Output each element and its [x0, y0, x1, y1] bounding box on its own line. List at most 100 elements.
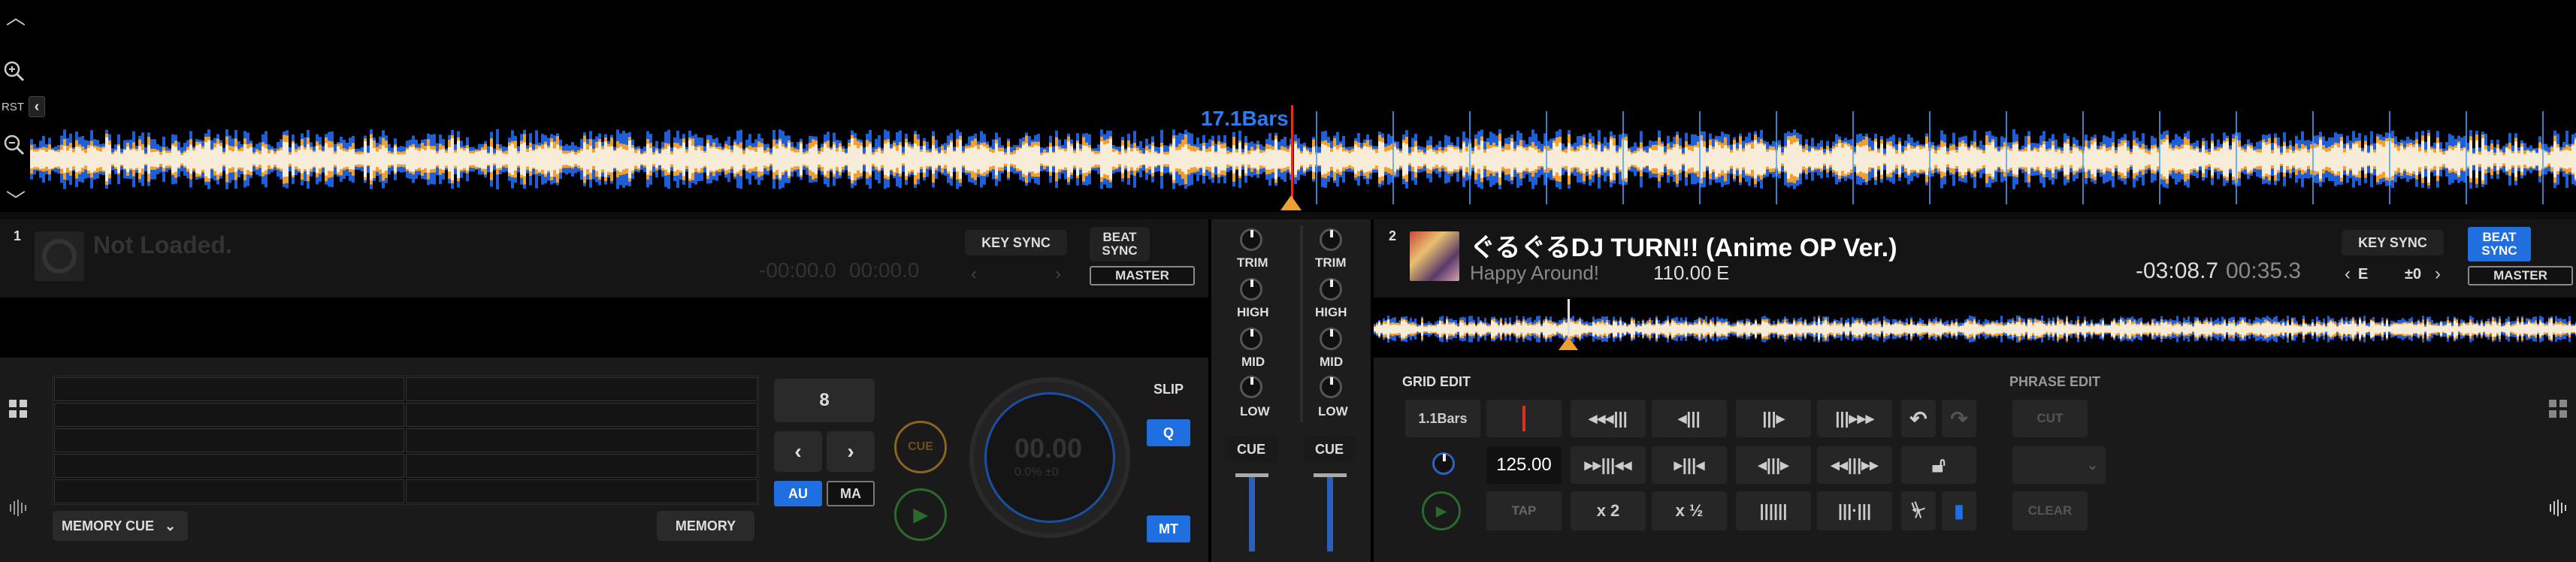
grid-shift-left-large-button[interactable]: ◂◂◂||| — [1571, 400, 1646, 437]
grid-shift-right-button[interactable]: |||▸ — [1736, 400, 1811, 437]
ch2-low-knob[interactable] — [1320, 376, 1342, 398]
ch1-trim-knob[interactable] — [1240, 228, 1262, 251]
beat-jump-value[interactable]: 8 — [774, 379, 875, 422]
ch2-trim-knob[interactable] — [1320, 228, 1342, 251]
waveform-sample — [2349, 150, 2352, 169]
memory-slot[interactable] — [406, 479, 757, 503]
waveform-sample — [1680, 323, 1683, 335]
waveform-sample — [2339, 325, 2341, 334]
ch1-high-knob[interactable] — [1240, 278, 1262, 301]
grid-view-icon[interactable] — [2546, 397, 2570, 421]
reset-zoom-label[interactable]: RST — [2, 101, 24, 113]
grid-adjust-button[interactable]: |||||| — [1736, 491, 1811, 530]
memory-slot[interactable] — [406, 454, 757, 478]
beat-indicator-icon[interactable]: ▮ — [1942, 491, 1976, 530]
memory-slot[interactable] — [54, 428, 404, 452]
memory-cue-dropdown[interactable]: MEMORY CUE ⌄ — [53, 511, 188, 541]
ch1-channel-fader[interactable] — [1249, 473, 1255, 551]
memory-slot[interactable] — [54, 403, 404, 427]
waveform-sample — [382, 145, 385, 174]
metronome-icon[interactable]: ⏧ — [1901, 491, 1936, 530]
manual-loop-button[interactable]: MA — [827, 481, 875, 506]
waveform-sample — [1793, 322, 1795, 337]
deck1-key-sync-button[interactable]: KEY SYNC — [965, 230, 1067, 255]
grid-bpm-knob[interactable] — [1432, 452, 1455, 475]
deck2-beat-sync-button[interactable]: BEAT SYNC — [2468, 227, 2531, 261]
tap-button[interactable]: TAP — [1486, 491, 1562, 530]
waveform-sample — [1378, 322, 1380, 336]
deck2-master-button[interactable]: MASTER — [2468, 266, 2573, 286]
expand-chevron-down-icon[interactable]: ﹀ — [5, 188, 27, 212]
grid-expand-button[interactable]: ◂|||▸ — [1736, 446, 1811, 484]
grid-bars-button[interactable]: 1.1Bars — [1405, 400, 1480, 437]
memory-slot[interactable] — [54, 479, 404, 503]
waveform-sample — [1124, 153, 1127, 166]
deck1-zoomed-waveform[interactable] — [30, 105, 1293, 210]
deck1-overview-waveform[interactable] — [0, 298, 1208, 358]
waveform-sample — [917, 146, 920, 173]
grid-expand-large-button[interactable]: ◂◂|||▸▸ — [1817, 446, 1892, 484]
grid-shift-right-large-button[interactable]: |||▸▸▸ — [1817, 400, 1892, 437]
slip-button[interactable]: SLIP — [1145, 376, 1192, 403]
waveform-view-icon[interactable] — [6, 496, 30, 520]
ch1-low-knob[interactable] — [1240, 376, 1262, 398]
memory-button[interactable]: MEMORY — [657, 511, 754, 541]
deck2-key-sync-button[interactable]: KEY SYNC — [2342, 230, 2444, 255]
deck1-cue-button[interactable]: CUE — [894, 421, 947, 473]
memory-slot[interactable] — [406, 377, 757, 401]
phrase-cut-button[interactable]: CUT — [2012, 400, 2088, 437]
phrase-dropdown[interactable]: ⌄ — [2012, 446, 2106, 484]
redo-icon[interactable]: ↷ — [1942, 400, 1976, 437]
ch2-high-knob[interactable] — [1320, 278, 1342, 301]
waveform-sample — [2511, 153, 2514, 165]
ch2-fader-handle[interactable] — [1314, 473, 1347, 477]
zoom-in-icon[interactable] — [2, 59, 27, 84]
grid-play-button[interactable]: ▶ — [1422, 491, 1461, 530]
quantize-button[interactable]: Q — [1147, 419, 1190, 446]
deck2-zoomed-waveform[interactable] — [1294, 105, 2576, 210]
zoom-out-icon[interactable] — [2, 132, 27, 158]
collapse-chevron-up-icon[interactable]: ︿ — [5, 5, 27, 29]
auto-loop-button[interactable]: AU — [774, 481, 822, 506]
deck1-key-up-icon[interactable]: › — [1049, 263, 1067, 286]
deck1-beat-sync-button[interactable]: BEAT SYNC — [1090, 227, 1150, 261]
memory-slot[interactable] — [54, 454, 404, 478]
waveform-view-icon[interactable] — [2546, 496, 2570, 520]
deck1-key-down-icon[interactable]: ‹ — [965, 263, 983, 286]
ch2-channel-fader[interactable] — [1327, 473, 1333, 551]
deck2-overview-waveform[interactable] — [1374, 298, 2576, 358]
waveform-sample — [688, 140, 691, 179]
deck1-play-button[interactable]: ▶ — [894, 488, 947, 541]
waveform-sample — [902, 155, 905, 164]
beat-jump-back-button[interactable]: ‹ — [774, 431, 822, 472]
grid-view-icon[interactable] — [6, 397, 30, 421]
waveform-sample — [499, 150, 502, 168]
ch2-cue-button[interactable]: CUE — [1303, 436, 1356, 463]
grid-half-button[interactable]: x ½ — [1652, 491, 1727, 530]
grid-adjust-alt-button[interactable]: |||·||| — [1817, 491, 1892, 530]
phrase-clear-button[interactable]: CLEAR — [2012, 491, 2088, 530]
grid-shrink-button[interactable]: ▸|||◂ — [1652, 446, 1727, 484]
memory-slot[interactable] — [406, 428, 757, 452]
waveform-sample — [1139, 153, 1142, 165]
beat-jump-forward-button[interactable]: › — [827, 431, 875, 472]
grid-shrink-large-button[interactable]: ▸▸|||◂◂ — [1571, 446, 1646, 484]
grid-lock-icon[interactable]: 🔓︎ — [1901, 446, 1976, 484]
master-tempo-button[interactable]: MT — [1147, 515, 1190, 542]
grid-shift-left-button[interactable]: ◂||| — [1652, 400, 1727, 437]
ch1-fader-handle[interactable] — [1235, 473, 1268, 477]
waveform-sample — [1787, 140, 1790, 179]
deck2-key-down-icon[interactable]: ‹ — [2340, 263, 2355, 286]
grid-marker-button[interactable] — [1486, 400, 1562, 437]
grid-double-button[interactable]: x 2 — [1571, 491, 1646, 530]
undo-icon[interactable]: ↶ — [1901, 400, 1936, 437]
ch1-mid-knob[interactable] — [1240, 328, 1262, 350]
ch2-mid-knob[interactable] — [1320, 328, 1342, 350]
grid-bpm-value[interactable]: 125.00 — [1486, 446, 1562, 484]
memory-slot[interactable] — [406, 403, 757, 427]
memory-slot[interactable] — [54, 377, 404, 401]
deck1-master-button[interactable]: MASTER — [1090, 266, 1195, 286]
ch1-cue-button[interactable]: CUE — [1225, 436, 1277, 463]
deck2-key-up-icon[interactable]: › — [2430, 263, 2445, 286]
waveform-sample — [111, 154, 114, 165]
